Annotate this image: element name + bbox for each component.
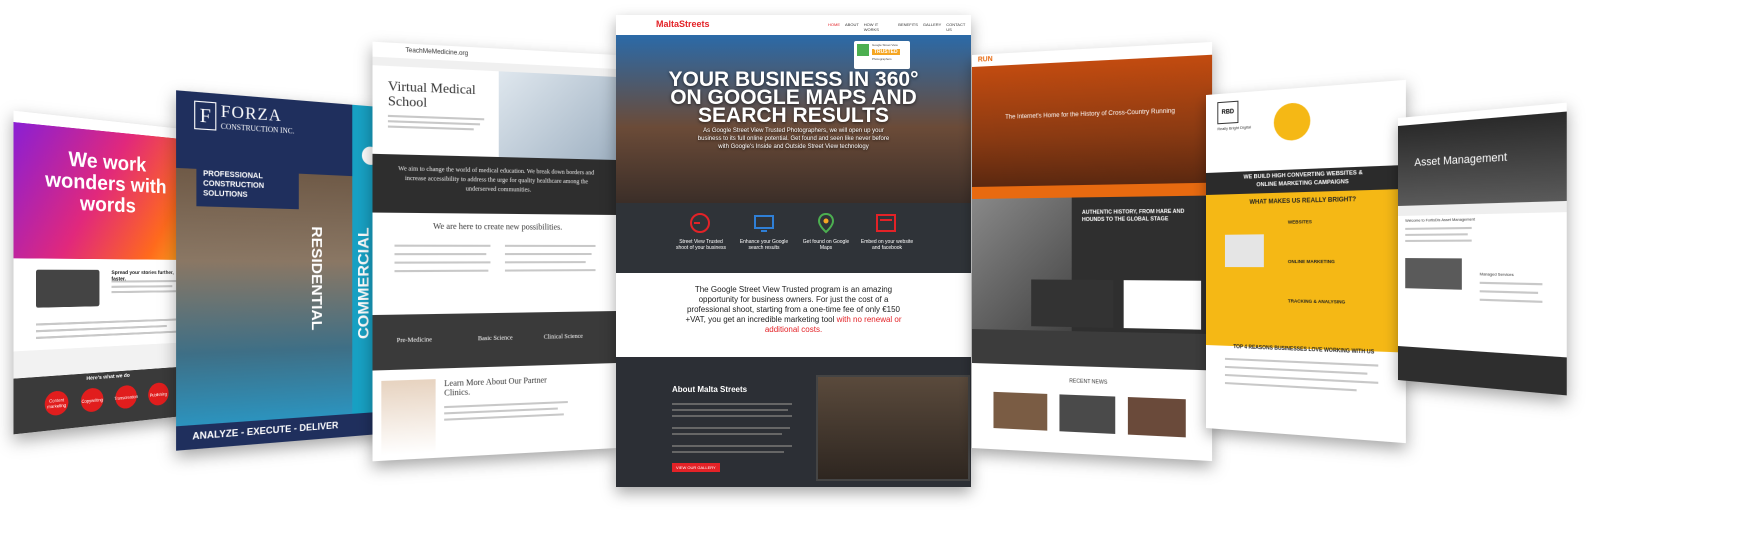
services-band: WHAT MAKES US REALLY BRIGHT? WEBSITES ON… <box>1206 188 1406 353</box>
map-pin-icon <box>817 212 835 234</box>
website-preview-asset-management: Asset Management Welcome to FortisDis As… <box>1398 102 1567 396</box>
item-online-marketing: ONLINE MARKETING <box>1287 258 1335 265</box>
question-title: WHAT MAKES US REALLY BRIGHT? <box>1249 196 1357 206</box>
programs-band: Pre-Medicine Basic Science Clinical Scie… <box>372 311 617 371</box>
nav-benefits[interactable]: BENEFITS <box>898 22 918 32</box>
website-preview-maltastreets: MaltaStreets HOME ABOUT HOW IT WORKS BEN… <box>616 15 971 487</box>
vertical-label-residential: RESIDENTIAL <box>307 226 325 331</box>
nav-home[interactable]: HOME <box>828 22 840 32</box>
services-band: Here's what we do Content marketing Copy… <box>13 366 192 435</box>
doctor-photo <box>498 71 617 160</box>
laptop-image <box>35 269 100 308</box>
feature-label: Embed on your website and facebook <box>860 239 914 251</box>
history-title: AUTHENTIC HISTORY, FROM HARE AND HOUNDS … <box>1081 208 1185 224</box>
website-preview-cross-country: RUN The Internet's Home for the History … <box>972 41 1213 462</box>
feature-label: Get found on Google Maps <box>802 239 850 251</box>
service-circle[interactable]: Content marketing <box>44 390 69 417</box>
hero-title: Virtual Medical School <box>387 77 476 110</box>
program-pre-medicine[interactable]: Pre-Medicine <box>397 337 432 344</box>
recent-news-title: RECENT NEWS <box>1069 378 1108 386</box>
devices-image <box>1224 234 1264 268</box>
vertical-label-commercial: COMMERCIAL <box>356 227 373 340</box>
features-band: Street View Trusted shoot of your busine… <box>616 203 971 273</box>
program-text: The Google Street View Trusted program i… <box>685 285 902 334</box>
website-preview-rbd: RBD Really Bright Digital WE BUILD HIGH … <box>1206 79 1406 444</box>
mission-statement: We aim to change the world of medical ed… <box>398 166 595 194</box>
website-preview-forza: F FORZA CONSTRUCTION INC. PROFESSIONAL C… <box>176 90 392 451</box>
about-title: About Malta Streets <box>672 385 748 394</box>
website-preview-medicine: TeachMeMedicine.org Virtual Medical Scho… <box>372 41 617 462</box>
browser-preview-image <box>816 375 970 481</box>
hero-body: As Google Street View Trusted Photograph… <box>697 128 890 150</box>
main-nav: HOME ABOUT HOW IT WORKS BENEFITS GALLERY… <box>828 22 971 32</box>
brand-sub: CONSTRUCTION INC. <box>220 122 295 136</box>
mission-band: We aim to change the world of medical ed… <box>372 153 617 215</box>
program-clinical-science[interactable]: Clinical Science <box>544 334 583 341</box>
logo-sub: Really Bright Digital <box>1217 124 1251 132</box>
site-logo: RUN <box>977 55 993 64</box>
footer-band <box>1398 346 1567 396</box>
hero-headline: YOUR BUSINESS IN 360° ON GOOGLE MAPS AND… <box>668 68 919 127</box>
service-circle[interactable]: Publishing <box>148 381 169 407</box>
item-websites: WEBSITES <box>1287 219 1312 225</box>
site-logo: RBD <box>1217 100 1239 125</box>
news-thumb[interactable] <box>1127 397 1186 438</box>
news-thumb[interactable] <box>993 391 1048 431</box>
news-thumb[interactable] <box>1059 394 1116 434</box>
quote-band <box>972 329 1213 371</box>
service-circle[interactable]: Copywriting <box>80 387 104 413</box>
feature-tile[interactable] <box>1123 280 1202 330</box>
services-title: Managed Services <box>1479 271 1514 278</box>
trusted-badge: Google Street View TRUSTED Photographers <box>854 41 910 69</box>
program-basic-science[interactable]: Basic Science <box>478 335 513 342</box>
history-section: AUTHENTIC HISTORY, FROM HARE AND HOUNDS … <box>972 195 1213 335</box>
nav-gallery[interactable]: GALLERY <box>923 22 941 32</box>
section-title: We are here to create new possibilities. <box>432 221 563 232</box>
hero-headline: We work wonders with words <box>45 148 167 218</box>
nav-how-it-works[interactable]: HOW IT WORKS <box>864 22 894 32</box>
item-tracking: TRACKING & ANALYSING <box>1287 298 1346 305</box>
nav-contact[interactable]: CONTACT US <box>946 22 971 32</box>
site-logo: TeachMeMedicine.org <box>405 47 469 58</box>
welcome-text: Welcome to FortisDis Asset Management <box>1405 216 1475 223</box>
team-photo <box>1031 279 1114 328</box>
feature-label: Street View Trusted shoot of your busine… <box>675 239 727 251</box>
logo-mark: F <box>194 100 217 131</box>
screen-icon <box>754 215 774 232</box>
lightbulb-icon <box>1273 101 1311 142</box>
nav-about[interactable]: ABOUT <box>845 22 859 32</box>
about-section: About Malta Streets VIEW OUR GALLERY <box>616 357 971 487</box>
swirl-icon <box>690 213 710 233</box>
partner-title: Learn More About Our Partner Clinics. <box>444 375 547 398</box>
feature-label: Enhance your Google search results <box>739 239 789 251</box>
website-preview-wonders: We work wonders with words Spread your s… <box>13 110 192 435</box>
solutions-badge: PROFESSIONAL CONSTRUCTION SOLUTIONS <box>196 162 299 210</box>
site-logo: MaltaStreets <box>656 19 710 29</box>
embed-icon <box>876 214 896 232</box>
pharmacist-photo <box>381 379 436 456</box>
service-circle[interactable]: Transcreation <box>114 384 138 410</box>
google-icon <box>857 44 869 56</box>
city-photo <box>1405 258 1462 290</box>
gallery-button[interactable]: VIEW OUR GALLERY <box>672 463 720 472</box>
